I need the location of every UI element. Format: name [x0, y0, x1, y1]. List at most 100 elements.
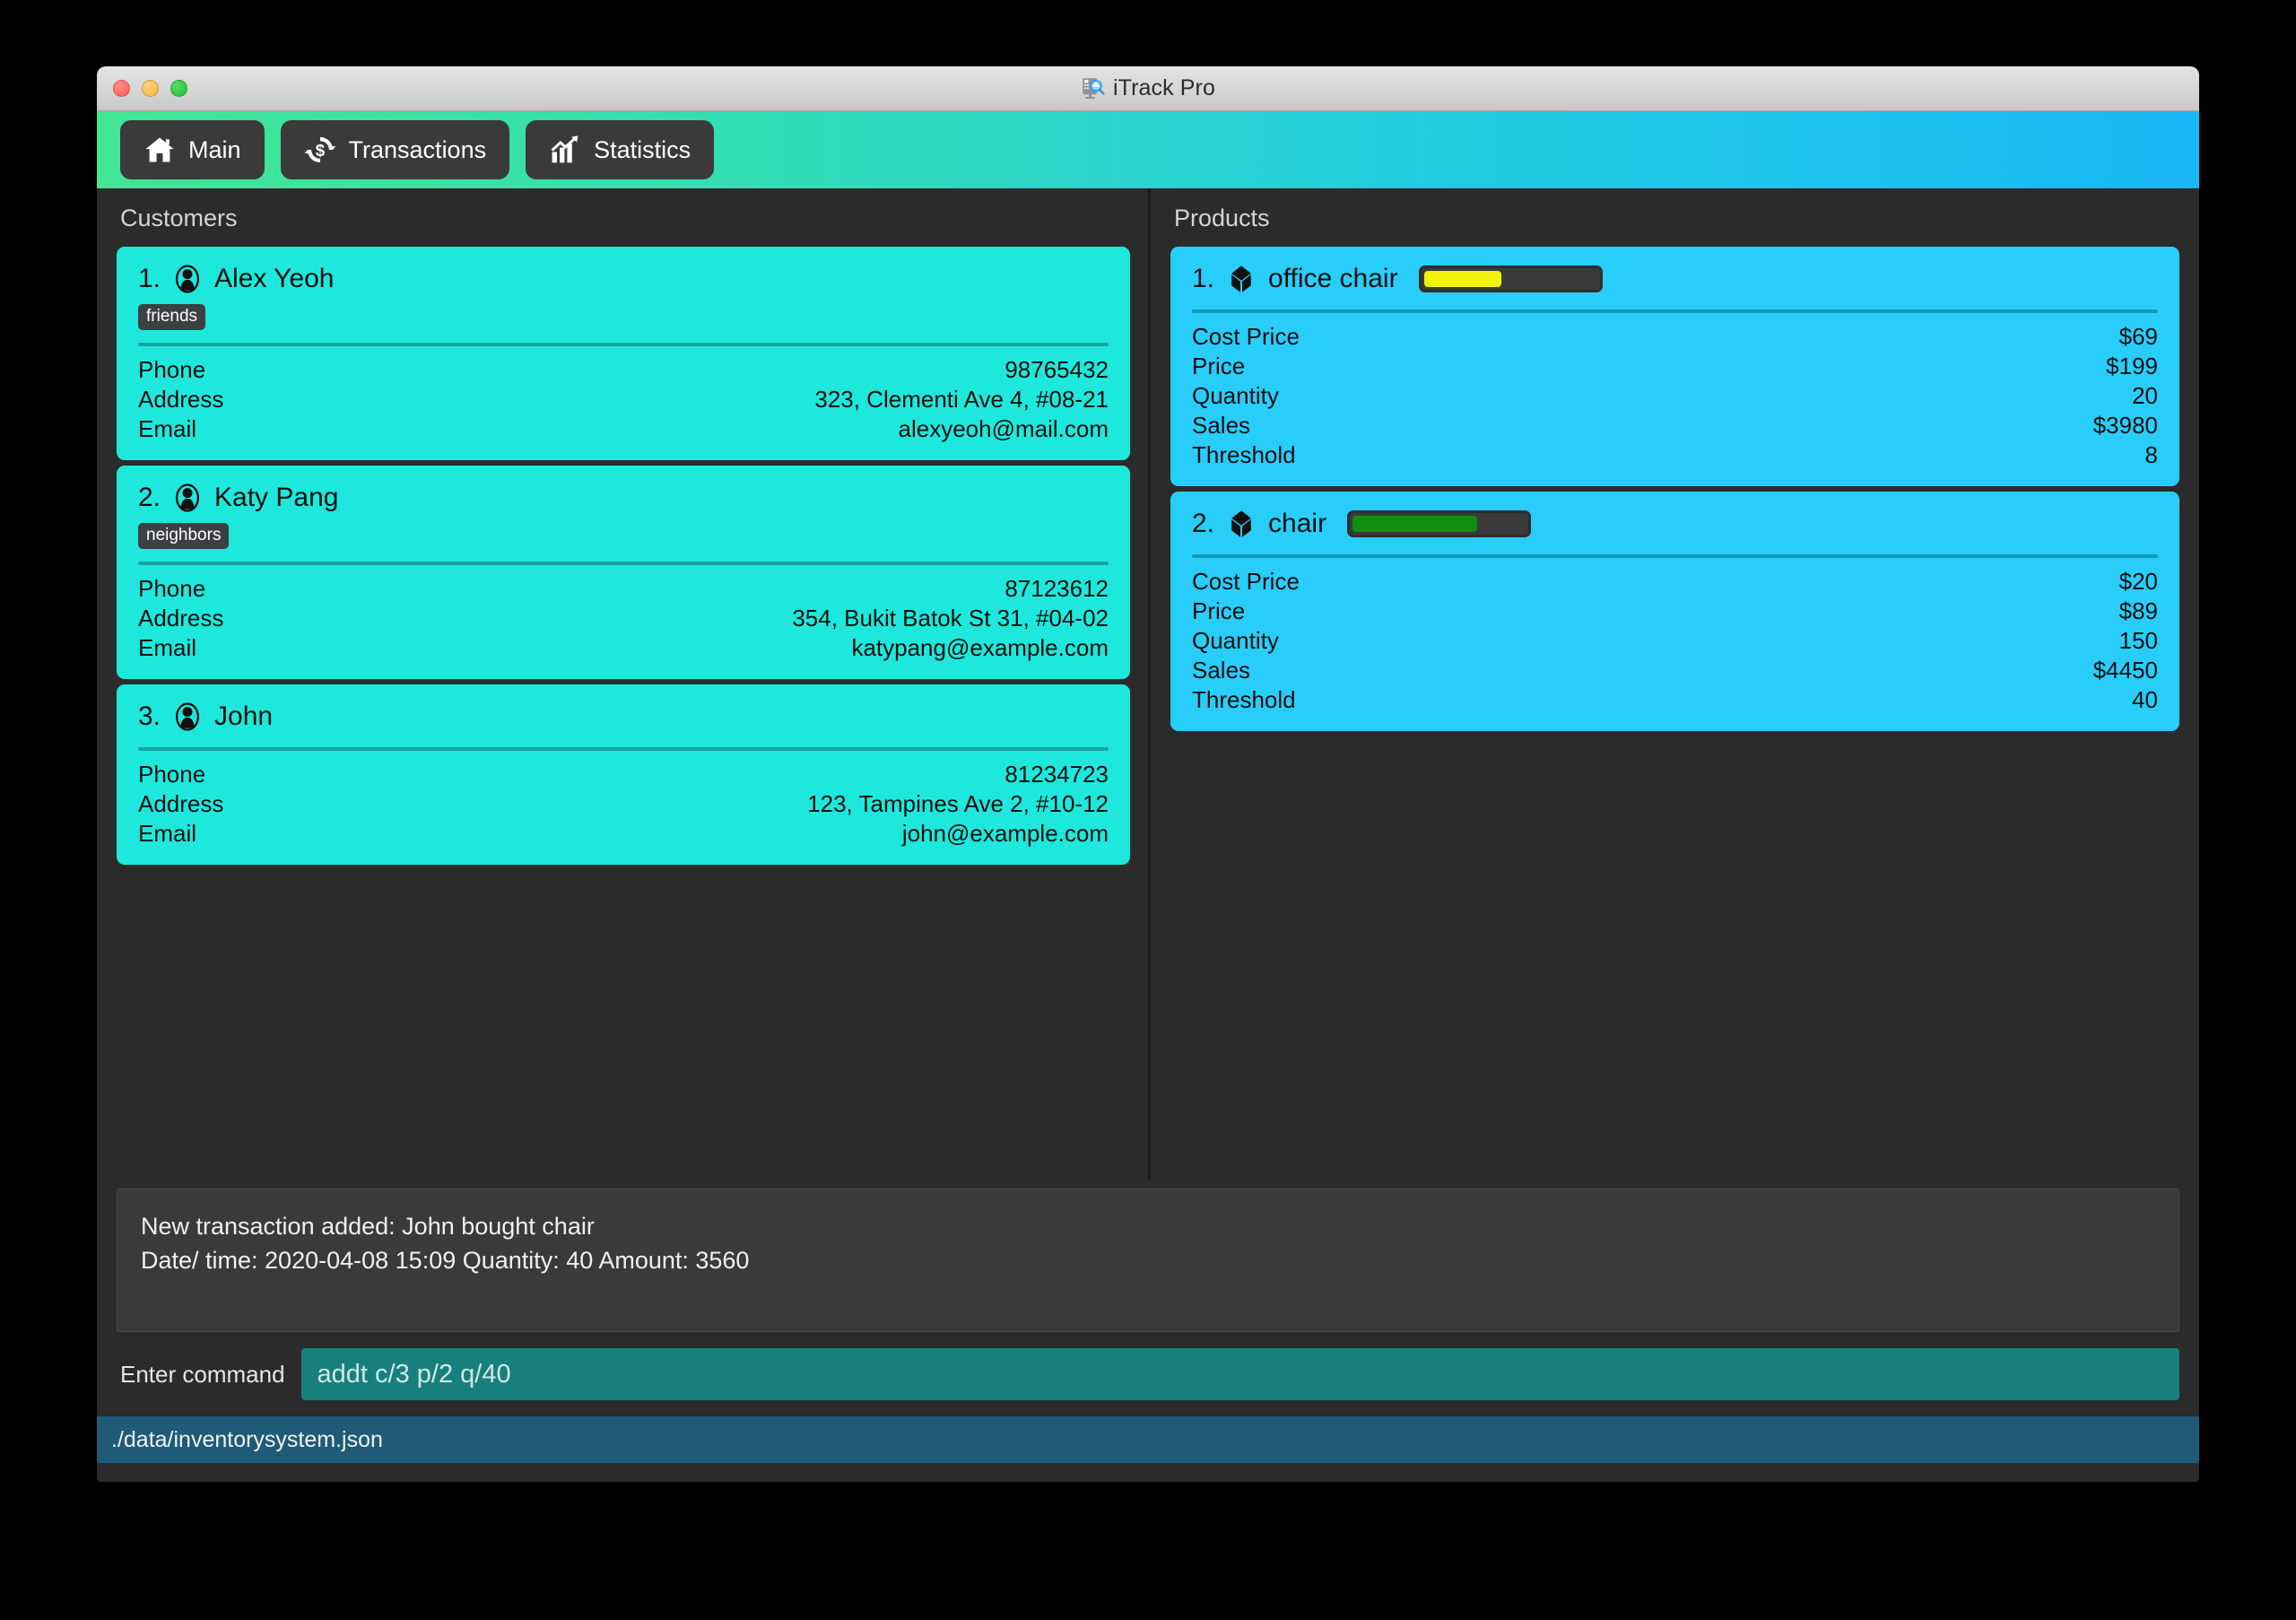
- document-search-icon: [1083, 78, 1105, 99]
- home-icon: [145, 137, 174, 162]
- box-icon: [1231, 510, 1251, 537]
- customer-phone-row: Phone 81234723: [138, 760, 1109, 789]
- threshold-value: 8: [2144, 441, 2158, 469]
- status-bar: ./data/inventorysystem.json: [97, 1416, 2199, 1463]
- product-sales-row: Sales $3980: [1192, 411, 2158, 440]
- card-divider: [1192, 554, 2158, 559]
- customer-index: 3.: [138, 701, 161, 731]
- address-value: 323, Clementi Ave 4, #08-21: [814, 385, 1109, 413]
- command-label: Enter command: [120, 1360, 285, 1388]
- app-window: iTrack Pro Main $ Transactions Statistic…: [97, 66, 2199, 1482]
- result-display: New transaction added: John bought chair…: [117, 1189, 2179, 1332]
- chart-growth-icon: [551, 135, 578, 163]
- minimize-button[interactable]: [142, 80, 159, 97]
- command-input[interactable]: [300, 1348, 2179, 1400]
- card-divider: [1192, 309, 2158, 313]
- email-label: Email: [138, 819, 197, 847]
- navigation-bar: Main $ Transactions Statistics: [97, 111, 2199, 188]
- threshold-label: Threshold: [1192, 441, 1296, 469]
- traffic-lights: [113, 80, 187, 97]
- products-pane-title: Products: [1174, 205, 1270, 231]
- phone-label: Phone: [138, 355, 206, 383]
- sales-label: Sales: [1192, 657, 1251, 684]
- product-list: 1. office chair Cost Price $69 Price $19…: [1170, 247, 2179, 736]
- product-index: 2.: [1192, 509, 1215, 539]
- window-title-group: iTrack Pro: [97, 75, 2199, 101]
- quantity-label: Quantity: [1192, 382, 1279, 410]
- price-value: $89: [2118, 597, 2158, 625]
- customer-tag: friends: [138, 304, 206, 330]
- person-icon: [175, 702, 200, 731]
- customer-card-head: 2. Katy Pang: [138, 480, 1109, 516]
- customer-card[interactable]: 1. Alex Yeoh friends Phone 98765432 Addr…: [117, 247, 1130, 460]
- sales-value: $3980: [2092, 412, 2158, 440]
- nav-button-statistics-label: Statistics: [594, 135, 691, 163]
- cost-price-value: $69: [2118, 323, 2158, 350]
- address-label: Address: [138, 604, 224, 631]
- content-panes: Customers 1. Alex Yeoh friends Phone 987…: [97, 188, 2199, 1180]
- product-card[interactable]: 2. chair Cost Price $20 Price $89 Quanti…: [1170, 492, 2179, 732]
- customer-index: 1.: [138, 264, 161, 293]
- products-pane: Products 1. office chair Cost Price $69 …: [1151, 188, 2199, 1180]
- stock-level-fill: [1352, 516, 1478, 533]
- email-label: Email: [138, 633, 197, 661]
- customer-list: 1. Alex Yeoh friends Phone 98765432 Addr…: [117, 247, 1130, 870]
- product-index: 1.: [1192, 264, 1215, 293]
- price-label: Price: [1192, 353, 1246, 380]
- phone-value: 81234723: [1004, 760, 1109, 788]
- product-name: chair: [1268, 509, 1327, 539]
- nav-button-main-label: Main: [188, 135, 241, 163]
- customer-address-row: Address 123, Tampines Ave 2, #10-12: [138, 789, 1109, 819]
- customer-index: 2.: [138, 482, 161, 512]
- nav-button-main[interactable]: Main: [120, 120, 265, 179]
- command-row: Enter command: [97, 1332, 2199, 1416]
- address-label: Address: [138, 789, 224, 817]
- result-line-1: New transaction added: John bought chair: [141, 1213, 595, 1240]
- stock-level-fill: [1423, 271, 1502, 287]
- quantity-value: 20: [2132, 382, 2158, 410]
- close-button[interactable]: [113, 80, 130, 97]
- product-card[interactable]: 1. office chair Cost Price $69 Price $19…: [1170, 247, 2179, 487]
- product-name: office chair: [1268, 264, 1398, 293]
- customer-tag-row: friends: [138, 304, 1109, 330]
- phone-label: Phone: [138, 574, 206, 602]
- cost-price-label: Cost Price: [1192, 323, 1300, 350]
- product-threshold-row: Threshold 40: [1192, 685, 2158, 715]
- product-threshold-row: Threshold 8: [1192, 440, 2158, 470]
- customer-card[interactable]: 2. Katy Pang neighbors Phone 87123612 Ad…: [117, 465, 1130, 679]
- window-title: iTrack Pro: [1113, 75, 1215, 100]
- quantity-label: Quantity: [1192, 627, 1279, 655]
- product-price-row: Price $89: [1192, 597, 2158, 626]
- address-value: 123, Tampines Ave 2, #10-12: [807, 789, 1109, 817]
- address-value: 354, Bukit Batok St 31, #04-02: [792, 604, 1109, 631]
- status-bar-file-path: ./data/inventorysystem.json: [111, 1426, 383, 1452]
- card-divider: [138, 561, 1109, 565]
- product-quantity-row: Quantity 20: [1192, 381, 2158, 411]
- maximize-button[interactable]: [170, 80, 187, 97]
- customer-tag: neighbors: [138, 522, 230, 549]
- nav-button-transactions[interactable]: $ Transactions: [280, 120, 510, 179]
- product-cost-price-row: Cost Price $20: [1192, 567, 2158, 597]
- customers-pane: Customers 1. Alex Yeoh friends Phone 987…: [97, 188, 1151, 1180]
- result-line-2: Date/ time: 2020-04-08 15:09 Quantity: 4…: [141, 1247, 750, 1275]
- customers-pane-title: Customers: [120, 205, 238, 231]
- customer-phone-row: Phone 87123612: [138, 574, 1109, 604]
- email-label: Email: [138, 414, 197, 442]
- product-sales-row: Sales $4450: [1192, 656, 2158, 685]
- customer-card[interactable]: 3. John Phone 81234723 Address 123, Tamp…: [117, 684, 1130, 865]
- customer-tag-row: neighbors: [138, 522, 1109, 549]
- customer-email-row: Email alexyeoh@mail.com: [138, 414, 1109, 444]
- customer-name: Alex Yeoh: [214, 264, 335, 293]
- sales-value: $4450: [2092, 657, 2158, 684]
- svg-text:$: $: [315, 141, 325, 160]
- stock-level-bar: [1418, 266, 1603, 292]
- nav-button-statistics[interactable]: Statistics: [526, 120, 715, 179]
- email-value: john@example.com: [901, 819, 1109, 847]
- threshold-label: Threshold: [1192, 686, 1296, 714]
- card-divider: [138, 746, 1109, 751]
- quantity-value: 150: [2118, 627, 2158, 655]
- email-value: alexyeoh@mail.com: [898, 414, 1109, 442]
- customer-name: John: [214, 701, 274, 731]
- box-icon: [1231, 266, 1251, 292]
- phone-label: Phone: [138, 760, 206, 788]
